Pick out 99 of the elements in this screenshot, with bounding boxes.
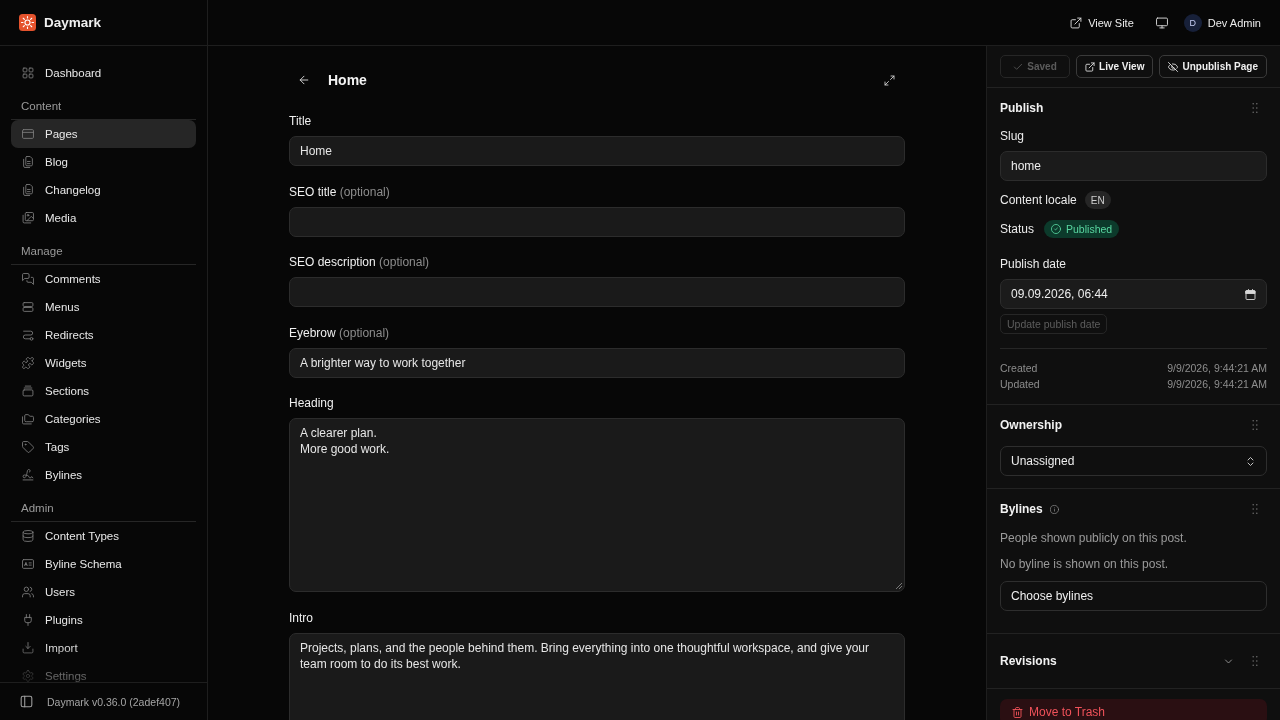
sidebar-toggle-icon[interactable] [20, 695, 33, 708]
page-title: Home [328, 72, 367, 88]
owner-select[interactable]: Unassigned [1000, 446, 1267, 476]
back-arrow-icon[interactable] [298, 74, 310, 86]
field-label: Intro [289, 609, 313, 626]
nav-item[interactable]: Menus [11, 293, 196, 321]
check-circle-icon [1051, 224, 1062, 234]
section-title: Ownership [1000, 418, 1062, 432]
monitor-icon[interactable] [1155, 16, 1168, 29]
grid-icon [22, 67, 34, 79]
drag-handle-icon[interactable] [1252, 420, 1258, 430]
date-time-input[interactable]: 09.09.2026, 06:44 [1000, 279, 1267, 309]
nav-item[interactable]: Changelog [11, 176, 196, 204]
nav-item[interactable]: Byline Schema [11, 550, 196, 578]
tag-icon [22, 441, 34, 453]
nav-item[interactable]: Redirects [11, 321, 196, 349]
meta-label: Created [1000, 361, 1038, 376]
images-icon [22, 212, 34, 224]
status-text: Published [1066, 223, 1113, 235]
field-label: Publish date [1000, 256, 1067, 272]
tray-download-icon [22, 642, 34, 654]
expand-icon[interactable] [884, 74, 895, 86]
stacked-bars-icon [22, 301, 34, 313]
nav-item[interactable]: Content Types [11, 522, 196, 550]
route-icon [22, 329, 34, 341]
nav-item[interactable]: Plugins [11, 606, 196, 634]
version-label: Daymark v0.36.0 (2adef407) [47, 695, 181, 708]
database-icon [22, 530, 34, 542]
external-link-icon [1070, 16, 1083, 29]
drag-handle-icon[interactable] [1252, 656, 1258, 666]
nav-item[interactable]: Widgets [11, 349, 196, 377]
text-area[interactable]: Projects, plans, and the people behind them. Bring everything into one thoughtful workspace, and give your team room to do its best work. [289, 632, 905, 720]
gear-icon [22, 670, 34, 682]
nav-item[interactable]: Comments [11, 265, 196, 293]
user-avatar[interactable]: D [1183, 13, 1202, 32]
puzzle-icon [22, 357, 34, 369]
text-input[interactable] [289, 206, 905, 237]
users-icon [22, 586, 34, 598]
section-title: Bylines [1000, 502, 1043, 516]
resize-grip-icon[interactable] [896, 583, 902, 589]
field-label: Status [1000, 222, 1035, 236]
field-label: Slug [1000, 128, 1025, 144]
choose-bylines-button[interactable]: Choose bylines [1000, 581, 1267, 611]
nav-item[interactable]: Media [11, 204, 196, 232]
text-input[interactable]: Home [289, 136, 905, 166]
trash-icon [1012, 706, 1023, 718]
signature-icon [22, 469, 34, 481]
text-input[interactable] [289, 277, 905, 307]
up-down-chevron-icon [1245, 455, 1256, 467]
sun-logo-icon [19, 14, 36, 31]
nav-section-label: Admin [11, 500, 196, 522]
browser-window-icon [22, 128, 34, 140]
eye-slash-icon [1168, 61, 1179, 72]
nav-item[interactable]: Pages [11, 120, 196, 148]
field-label: Title [289, 113, 312, 129]
meta-label: Updated [1000, 377, 1040, 392]
unpublish-button[interactable]: Unpublish Page [1159, 55, 1267, 78]
meta-value: 9/9/2026, 9:44:21 AM [1167, 361, 1267, 376]
meta-value: 9/9/2026, 9:44:21 AM [1167, 377, 1267, 392]
documents-icon [22, 184, 34, 196]
nav-section-label: Manage [11, 243, 196, 265]
documents-icon [22, 156, 34, 168]
move-to-trash-button[interactable]: Move to Trash [1000, 699, 1267, 720]
calendar-icon[interactable] [1245, 288, 1256, 300]
empty-state-text: No byline is shown on this post. [1000, 556, 1169, 572]
text-area[interactable]: A clearer plan. More good work. [289, 418, 905, 592]
section-title: Revisions [1000, 654, 1057, 668]
nav-item[interactable]: Blog [11, 148, 196, 176]
field-label: SEO description (optional) [289, 254, 430, 270]
field-label: Content locale [1000, 193, 1077, 207]
locale-badge: EN [1084, 191, 1111, 209]
nav-item[interactable]: Categories [11, 405, 196, 433]
field-label: Eyebrow (optional) [289, 324, 390, 341]
info-icon[interactable] [1049, 504, 1059, 514]
nav-item[interactable]: Users [11, 578, 196, 606]
chat-bubbles-icon [22, 273, 34, 285]
nav-item[interactable]: Sections [11, 377, 196, 405]
folders-icon [22, 413, 34, 425]
nav-item[interactable]: Tags [11, 433, 196, 461]
drag-handle-icon[interactable] [1252, 103, 1258, 113]
field-label: Heading [289, 395, 334, 411]
nav-item[interactable]: Bylines [11, 461, 196, 489]
nav-item[interactable]: Dashboard [11, 59, 196, 87]
drag-handle-icon[interactable] [1252, 504, 1258, 514]
view-site-link[interactable]: View Site [1070, 16, 1134, 29]
help-text: People shown publicly on this post. [1000, 530, 1187, 546]
external-link-icon [1085, 61, 1096, 72]
nav-item[interactable]: Import [11, 634, 196, 662]
id-card-icon [22, 558, 34, 570]
section-title: Publish [1000, 101, 1044, 115]
check-icon [1013, 61, 1024, 72]
text-input[interactable]: A brighter way to work together [289, 347, 905, 378]
field-label: SEO title (optional) [289, 183, 390, 200]
user-name: Dev Admin [1207, 16, 1261, 29]
slug-input[interactable]: home [1000, 151, 1267, 181]
live-view-button[interactable]: Live View [1076, 55, 1154, 78]
stack-icon [22, 385, 34, 397]
brand-name: Daymark [44, 15, 102, 30]
plug-icon [22, 614, 34, 626]
